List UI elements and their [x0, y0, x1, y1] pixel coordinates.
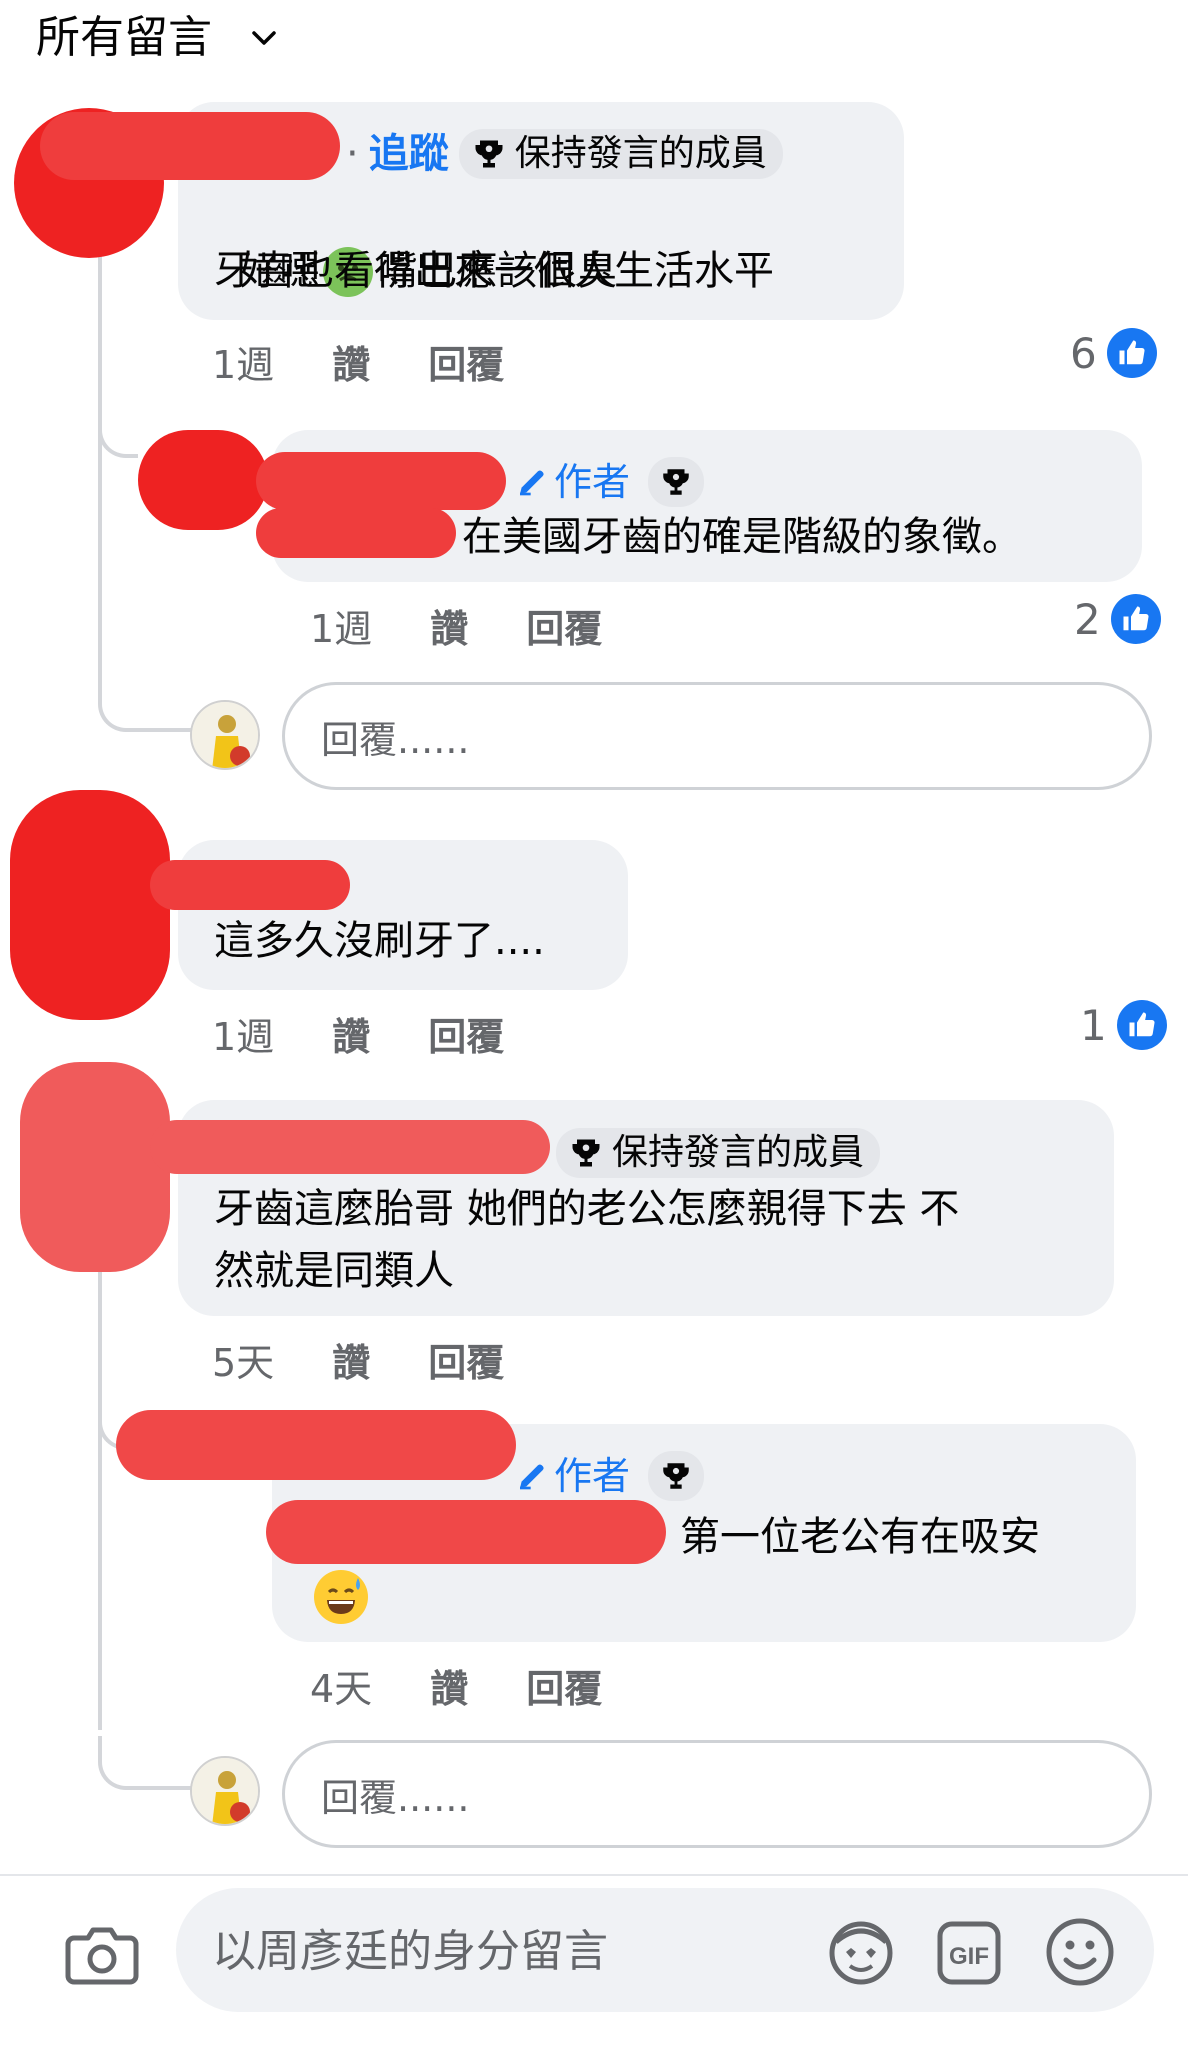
comment-text: 在美國牙齒的確是階級的象徵。: [462, 514, 1022, 560]
like-button[interactable]: 讚: [332, 1006, 370, 1061]
comment-actions: 1週 讚 回覆: [212, 334, 562, 389]
reply-button[interactable]: 回覆: [428, 1332, 504, 1387]
comment-meta: 作者: [516, 456, 705, 508]
reply-input[interactable]: 回覆......: [282, 682, 1152, 790]
member-badge: 保持發言的成員: [556, 1128, 881, 1178]
member-badge: [648, 1451, 705, 1501]
separator-dot: ·: [346, 131, 359, 177]
my-avatar[interactable]: [190, 1756, 260, 1826]
badge-label: 保持發言的成員: [612, 1132, 865, 1173]
thread-connector: [98, 680, 192, 732]
author-label-text: 作者: [554, 1454, 631, 1498]
redacted-author-name: [116, 1410, 516, 1480]
badge-label: 保持發言的成員: [514, 133, 767, 174]
redacted-author-name: [256, 508, 456, 558]
follow-button[interactable]: 追蹤: [369, 128, 449, 180]
reaction-count-number: 6: [1070, 328, 1097, 378]
comment-time[interactable]: 1週: [212, 1006, 274, 1061]
comment-actions: 4天 讚 回覆: [310, 1658, 660, 1713]
author-label: 作者: [516, 1450, 630, 1502]
trophy-icon: [475, 140, 503, 168]
comment-actions: 5天 讚 回覆: [212, 1332, 562, 1387]
reaction-count-number: 1: [1080, 1000, 1107, 1050]
trophy-icon: [663, 1463, 689, 1489]
redacted-author-name: [150, 860, 350, 910]
redacted-author-name: [40, 112, 340, 180]
thread-line: [98, 250, 102, 700]
trophy-icon: [572, 1139, 600, 1167]
author-label: 作者: [516, 456, 630, 508]
comment-actions: 1週 讚 回覆: [212, 1006, 562, 1061]
emoji-icon[interactable]: [1042, 1914, 1118, 1990]
member-badge: 保持發言的成員: [458, 129, 783, 179]
like-button[interactable]: 讚: [332, 1332, 370, 1387]
reaction-count[interactable]: 6: [1070, 328, 1157, 378]
reply-button[interactable]: 回覆: [526, 1658, 602, 1713]
thread-connector: [98, 400, 138, 458]
redacted-avatar: [138, 430, 268, 530]
redacted-author-name: [256, 452, 506, 510]
comment-actions: 1週 讚 回覆: [310, 598, 660, 653]
comment-text: 牙齒也看得出來一個人生活水平: [214, 248, 774, 294]
comment-text: 牙齒這麼胎哥 她們的老公怎麼親得下去 不: [214, 1186, 960, 1232]
comment-input-placeholder: 以周彥廷的身分留言: [212, 1926, 608, 1977]
comment-text: 第一位老公有在吸安: [680, 1514, 1040, 1560]
reply-input-placeholder: 回覆......: [321, 1775, 470, 1820]
reaction-count[interactable]: 1: [1080, 1000, 1167, 1050]
like-reaction-icon: [1106, 328, 1157, 378]
comment-time[interactable]: 1週: [310, 598, 372, 653]
redacted-author-name: [266, 1500, 666, 1564]
reply-button[interactable]: 回覆: [428, 334, 504, 389]
reply-button[interactable]: 回覆: [428, 1006, 504, 1061]
reply-input[interactable]: 回覆......: [282, 1740, 1152, 1848]
like-button[interactable]: 讚: [332, 334, 370, 389]
avatar-sticker-icon[interactable]: [824, 1916, 898, 1990]
trophy-icon: [663, 469, 689, 495]
svg-text:GIF: GIF: [949, 1943, 989, 1970]
chevron-down-icon[interactable]: [246, 20, 282, 56]
like-button[interactable]: 讚: [430, 1658, 468, 1713]
author-label-text: 作者: [554, 460, 631, 504]
reaction-count[interactable]: 2: [1074, 594, 1161, 644]
comment-time[interactable]: 4天: [310, 1658, 372, 1713]
comment-text: 然就是同類人: [214, 1248, 454, 1294]
like-reaction-icon: [1116, 1000, 1167, 1050]
comment-text: 這多久沒刷牙了....: [214, 918, 545, 964]
comment-time[interactable]: 5天: [212, 1332, 274, 1387]
gif-icon[interactable]: GIF: [934, 1918, 1004, 1988]
comments-filter-label[interactable]: 所有留言: [36, 8, 212, 68]
pencil-icon: [520, 470, 544, 496]
my-avatar[interactable]: [190, 700, 260, 770]
thread-line: [98, 1260, 102, 1730]
member-badge: [648, 457, 705, 507]
grinning-face-with-sweat-icon: [314, 1570, 368, 1624]
like-button[interactable]: 讚: [430, 598, 468, 653]
comment-meta: · 追蹤 保持發言的成員: [346, 128, 783, 180]
thread-connector: [98, 1736, 192, 1790]
comment-meta: 保持發言的成員: [556, 1128, 881, 1178]
camera-icon[interactable]: [62, 1914, 142, 1994]
redacted-avatar: [10, 790, 170, 1020]
redacted-author-name: [150, 1120, 550, 1174]
like-reaction-icon: [1110, 594, 1161, 644]
comment-time[interactable]: 1週: [212, 334, 274, 389]
redacted-avatar: [20, 1062, 170, 1272]
reply-input-placeholder: 回覆......: [321, 717, 470, 762]
pencil-icon: [520, 1464, 544, 1490]
reply-button[interactable]: 回覆: [526, 598, 602, 653]
comment-meta: 作者: [516, 1450, 705, 1502]
reaction-count-number: 2: [1074, 594, 1101, 644]
